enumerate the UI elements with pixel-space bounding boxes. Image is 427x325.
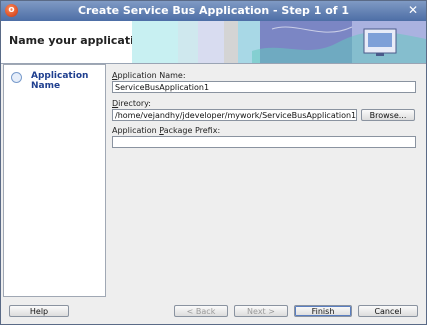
package-prefix-field[interactable] — [112, 136, 416, 148]
cancel-button[interactable]: Cancel — [358, 305, 418, 317]
wizard-banner: Name your application — [1, 21, 426, 64]
wizard-content: Application Name: ServiceBusApplication1… — [105, 64, 426, 295]
title-bar: o Create Service Bus Application - Step … — [1, 1, 426, 21]
application-name-field[interactable]: ServiceBusApplication1 — [112, 81, 416, 93]
window-title: Create Service Bus Application - Step 1 … — [77, 4, 350, 17]
back-button[interactable]: < Back — [174, 305, 228, 317]
directory-field[interactable]: /home/vejandhy/jdeveloper/mywork/Service… — [112, 109, 357, 121]
step-label: Application Name — [31, 71, 89, 91]
page-title: Name your application — [9, 34, 150, 47]
wizard-dialog: o Create Service Bus Application - Step … — [0, 0, 427, 325]
help-button[interactable]: Help — [9, 305, 69, 317]
directory-label: Directory: — [112, 99, 151, 108]
step-application-name[interactable]: Application Name — [8, 70, 103, 91]
app-name-label: Application Name: — [112, 71, 186, 80]
next-button[interactable]: Next > — [234, 305, 288, 317]
finish-button[interactable]: Finish — [294, 305, 352, 317]
banner-graphic — [132, 21, 426, 63]
wizard-steps-panel: Application Name — [3, 64, 106, 297]
step-circle-icon — [11, 72, 22, 83]
wizard-monitor-icon — [363, 28, 397, 56]
browse-button[interactable]: Browse... — [361, 109, 415, 121]
package-prefix-label: Application Package Prefix: — [112, 126, 221, 135]
close-icon[interactable]: ✕ — [406, 3, 420, 18]
